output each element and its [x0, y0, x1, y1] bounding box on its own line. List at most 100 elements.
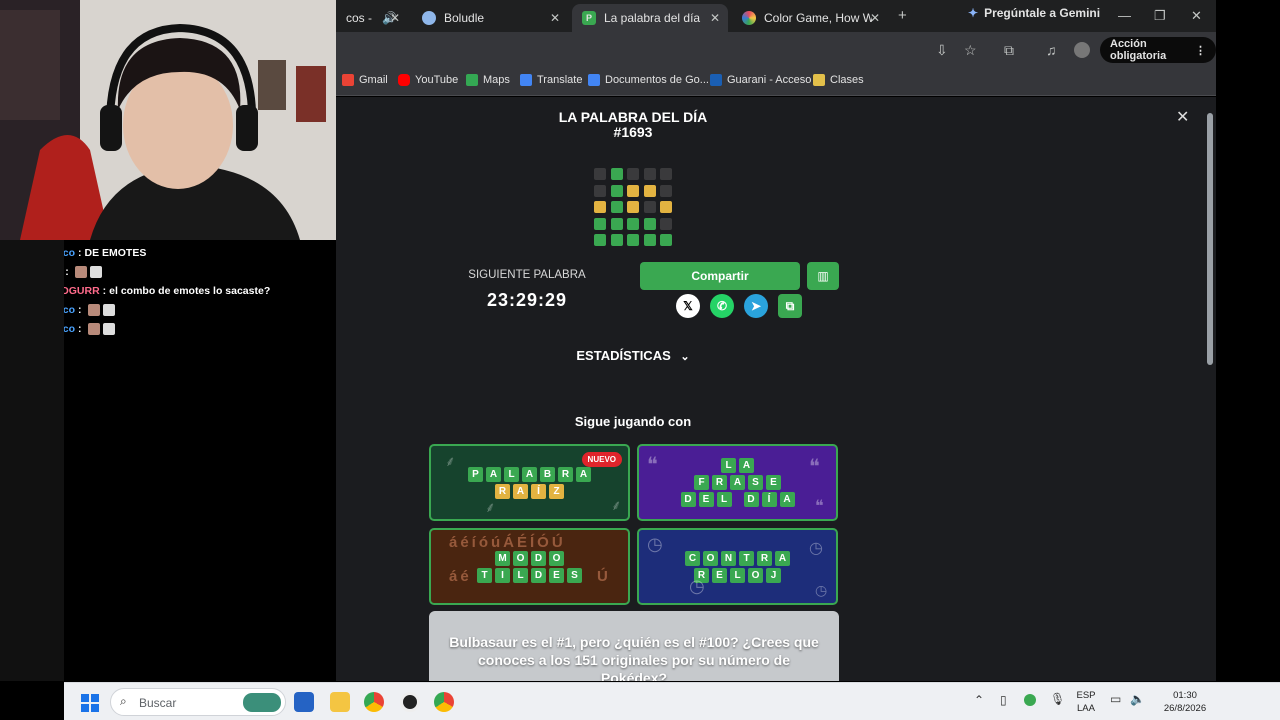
bookmark-youtube[interactable]: YouTube	[398, 74, 458, 86]
new-tab-button[interactable]: +	[898, 7, 907, 24]
close-icon[interactable]: ✕	[390, 11, 400, 25]
copy-button[interactable]: ⧉	[778, 294, 802, 318]
close-modal-icon[interactable]: ✕	[1176, 107, 1189, 127]
bookmark-documentos[interactable]: Documentos de Go...	[588, 74, 709, 86]
card-contra-reloj[interactable]: ◷ ◷ ◷ ◷ CONTRA RELOJ	[637, 528, 838, 605]
scroll-thumb[interactable]	[1207, 113, 1213, 365]
search-label: Buscar	[139, 696, 177, 710]
grid-cell	[660, 168, 672, 180]
letter-tile: Í	[761, 492, 777, 507]
emote-icon	[102, 303, 115, 316]
store-icon[interactable]	[294, 692, 314, 712]
game-number: #1693	[613, 124, 653, 140]
lang-top: ESP	[1076, 690, 1096, 701]
letter-tile: A	[522, 466, 537, 482]
scrollbar[interactable]	[1204, 97, 1216, 681]
sprout-icon: ⸙	[445, 453, 456, 469]
file-explorer-icon[interactable]	[330, 692, 350, 712]
letter-tile: E	[549, 567, 564, 583]
letter-tile: T	[739, 550, 754, 566]
share-button[interactable]: Compartir	[640, 262, 800, 290]
media-controls-icon[interactable]: ♫	[1046, 42, 1057, 58]
grid-cell	[610, 184, 623, 197]
letter-tile: E	[698, 492, 714, 507]
chrome-profile-icon[interactable]	[434, 692, 454, 712]
letter-tile: S	[748, 475, 763, 490]
obs-icon[interactable]	[400, 692, 420, 712]
extensions-icon[interactable]: ⧉	[1004, 42, 1014, 59]
app-tray-icon[interactable]	[1024, 694, 1036, 706]
grid-cell	[594, 217, 606, 230]
letter-tile: Í	[531, 483, 546, 499]
tab-color-game[interactable]: Color Game, How Well C ✕	[732, 4, 888, 32]
stats-toggle[interactable]: ESTADÍSTICAS ⌄	[336, 348, 930, 363]
language-indicator[interactable]: ESP LAA	[1076, 689, 1096, 715]
card-modo-tildes[interactable]: áéíóúÁÉÍÓÚ áé Ú MODO TILDES	[429, 528, 630, 605]
accion-obligatoria-button[interactable]: Acción obligatoria ⋮	[1100, 37, 1216, 63]
grid-cell	[594, 168, 606, 180]
bookmark-maps[interactable]: Maps	[466, 74, 510, 86]
clock-date: 26/8/2026	[1163, 703, 1207, 714]
telegram-share-button[interactable]: ➤	[744, 294, 768, 318]
letter-tile: E	[766, 475, 781, 490]
grid-cell	[660, 217, 672, 230]
minimize-icon[interactable]: —	[1118, 8, 1131, 23]
grid-cell	[660, 201, 672, 213]
profile-avatar[interactable]	[1074, 42, 1090, 58]
close-icon[interactable]: ✕	[710, 11, 720, 25]
taskbar-search[interactable]: ⌕ Buscar	[110, 688, 286, 716]
card-palabra-raiz[interactable]: ⸙ ⸙ ⸙ NUEVO PALABRA RAÍZ	[429, 444, 630, 521]
chat-text: DE EMOTES	[84, 246, 147, 259]
close-window-icon[interactable]: ✕	[1191, 8, 1202, 24]
bookmark-gmail[interactable]: Gmail	[342, 74, 388, 86]
volume-icon[interactable]: 🔈	[1130, 692, 1145, 706]
tab-ra[interactable]: cos - Ra 🔊 ✕	[336, 4, 408, 32]
letter-tile: J	[766, 567, 781, 583]
webcam-overlay	[0, 0, 336, 240]
tab-title: Boludle	[444, 11, 485, 25]
letter-tile: P	[468, 466, 483, 482]
chevron-up-icon[interactable]: ⌃	[974, 693, 984, 707]
bookmark-translate[interactable]: Translate	[520, 74, 582, 86]
stats-button[interactable]: ▥	[807, 262, 839, 290]
tab-palabra-del-dia[interactable]: P La palabra del día ✕	[572, 4, 728, 32]
bookmark-star-icon[interactable]: ☆	[964, 42, 977, 59]
accent-decoration: áéíóúÁÉÍÓÚ	[449, 534, 566, 551]
pokemon-promo-banner[interactable]: Bulbasaur es el #1, pero ¿quién es el #1…	[429, 611, 839, 681]
clock-time: 01:30	[1173, 690, 1197, 701]
color-game-icon	[742, 11, 756, 25]
grid-cell	[643, 184, 656, 197]
bookmark-guarani[interactable]: Guarani - Acceso	[710, 74, 811, 86]
stats-label: ESTADÍSTICAS	[576, 348, 671, 363]
close-icon[interactable]: ✕	[550, 11, 560, 25]
restore-icon[interactable]: ❐	[1154, 8, 1166, 24]
letter-tile: A	[739, 458, 754, 473]
whatsapp-share-button[interactable]: ✆	[710, 294, 734, 318]
tile-row: PALABRA	[468, 466, 591, 482]
tile-row: CONTRA	[685, 550, 790, 566]
page-title: LA PALABRA DEL DÍA #1693	[336, 110, 930, 140]
tab-boludle[interactable]: Boludle ✕	[412, 4, 568, 32]
network-icon[interactable]: ▭	[1110, 692, 1121, 706]
letter-tile: A	[775, 550, 790, 566]
usb-icon[interactable]: ▯	[1000, 693, 1007, 707]
bookmark-label: Translate	[537, 74, 583, 86]
bookmark-clases[interactable]: Clases	[813, 74, 864, 86]
clock-icon: ◷	[647, 534, 663, 554]
clock[interactable]: 01:30 26/8/2026	[1154, 689, 1216, 715]
close-icon[interactable]: ✕	[870, 11, 880, 25]
chrome-icon[interactable]	[364, 692, 384, 712]
x-share-button[interactable]: 𝕏	[676, 294, 700, 318]
windows-start-icon[interactable]	[81, 694, 99, 712]
install-app-icon[interactable]: ⇩	[936, 42, 948, 59]
search-highlight-icon	[243, 693, 281, 712]
keep-playing-heading: Sigue jugando con	[574, 414, 692, 429]
letter-tile: I	[495, 567, 510, 583]
emote-icon	[87, 303, 100, 316]
card-frase-del-dia[interactable]: ❝ ❝ ❝ LA FRASE DELDÍA	[637, 444, 838, 521]
next-word-label: SIGUIENTE PALABRA	[468, 269, 586, 281]
microphone-icon[interactable]: 🎙	[1050, 692, 1065, 706]
tile-row: RAÍZ	[495, 483, 564, 499]
gemini-button[interactable]: ✦ Pregúntale a Gemini	[968, 6, 1100, 20]
clock-icon: ◷	[809, 540, 823, 557]
